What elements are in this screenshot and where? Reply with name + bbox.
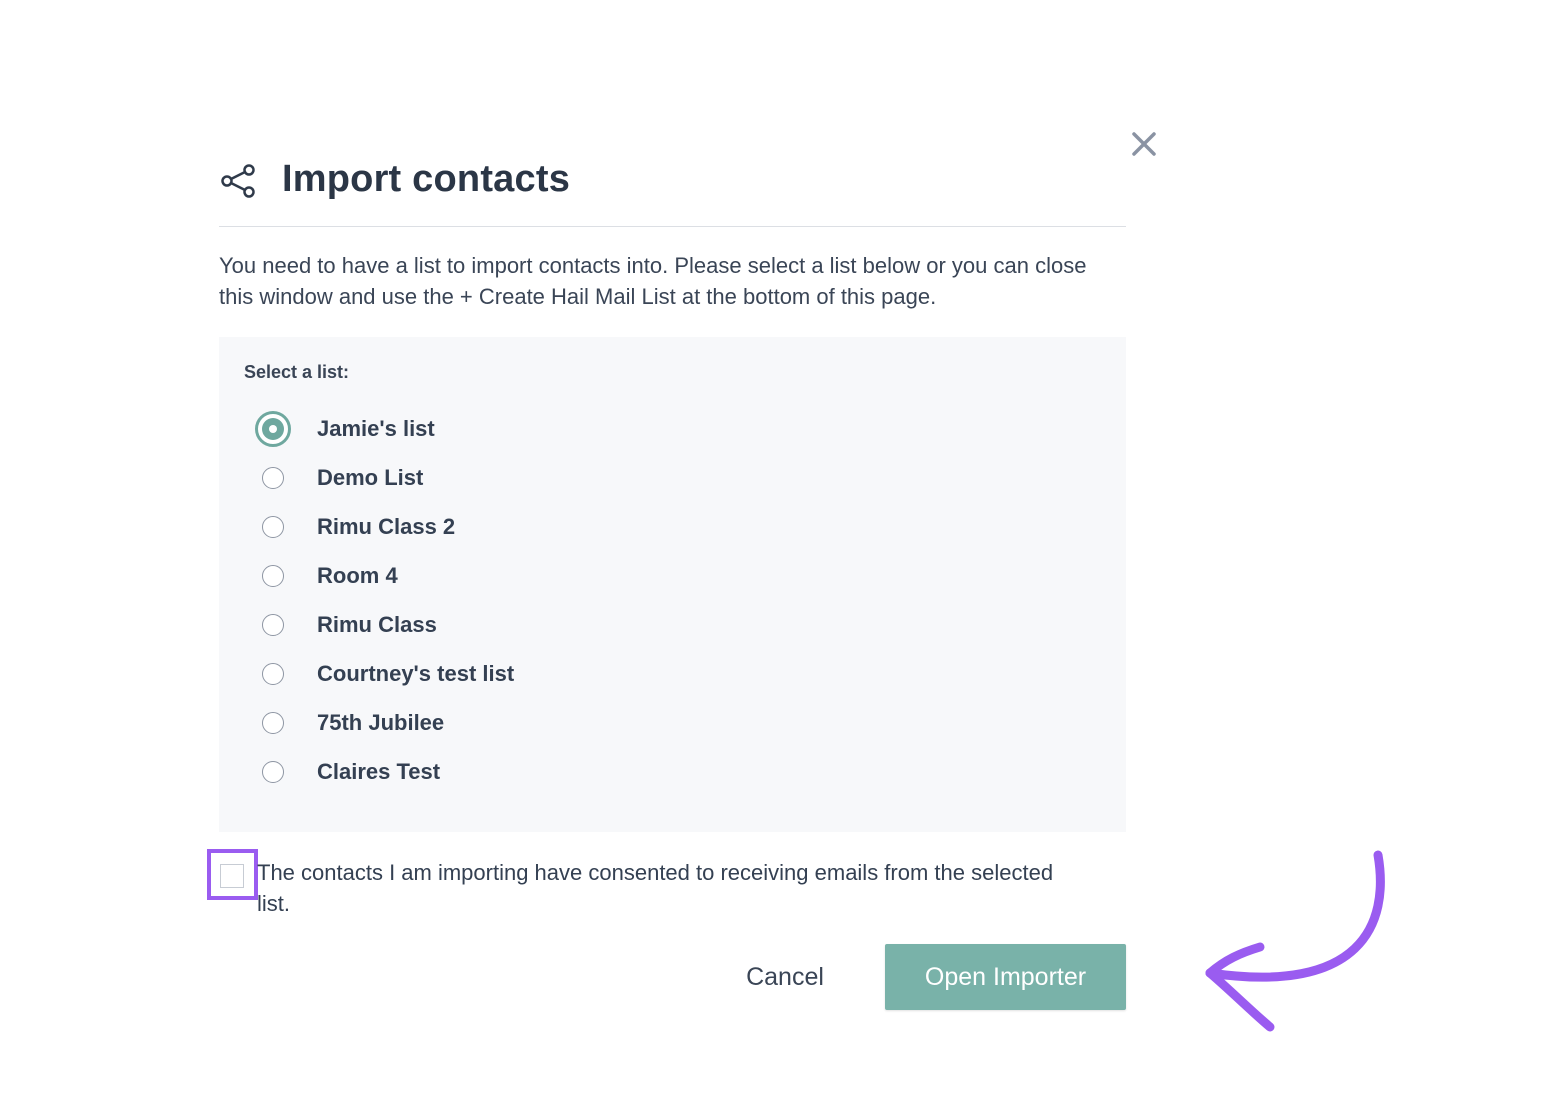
list-option-label: Room 4 <box>317 563 398 588</box>
list-option-label: 75th Jubilee <box>317 710 445 735</box>
consent-text: The contacts I am importing have consent… <box>257 860 1054 916</box>
list-option-demo-list[interactable]: Demo List <box>257 458 423 498</box>
list-option-courtneys-test-list[interactable]: Courtney's test list <box>257 654 514 694</box>
select-list-label: Select a list: <box>244 362 350 382</box>
close-icon[interactable] <box>1128 128 1160 160</box>
radio-button[interactable] <box>262 614 284 636</box>
curved-arrow-icon <box>1190 845 1410 1045</box>
radio-button[interactable] <box>262 663 284 685</box>
list-option-claires-test[interactable]: Claires Test <box>257 752 440 792</box>
radio-button[interactable] <box>262 761 284 783</box>
radio-button[interactable] <box>262 516 284 538</box>
list-option-label: Courtney's test list <box>317 661 515 686</box>
open-importer-button[interactable]: Open Importer <box>885 944 1126 1010</box>
cancel-button[interactable]: Cancel <box>722 944 848 1010</box>
consent-row: The contacts I am importing have consent… <box>207 849 1107 919</box>
list-option-label: Demo List <box>317 465 424 490</box>
list-option-rimu-class[interactable]: Rimu Class <box>257 605 437 645</box>
list-option-jamies-list[interactable]: Jamie's list <box>255 409 435 449</box>
share-icon <box>219 162 257 200</box>
dialog-header: Import contacts <box>219 150 1126 227</box>
radio-button[interactable] <box>262 565 284 587</box>
dialog-description: You need to have a list to import contac… <box>219 253 1087 309</box>
consent-checkbox[interactable] <box>220 864 244 888</box>
list-option-room-4[interactable]: Room 4 <box>257 556 398 596</box>
radio-button[interactable] <box>262 712 284 734</box>
list-option-label: Claires Test <box>317 759 441 784</box>
list-option-label: Rimu Class 2 <box>317 514 456 539</box>
list-option-rimu-class-2[interactable]: Rimu Class 2 <box>257 507 455 547</box>
list-option-label: Rimu Class <box>317 612 437 637</box>
import-contacts-screen: Import contacts You need to have a list … <box>0 0 1548 1112</box>
list-selection-panel: Select a list: Jamie's list Demo List Ri… <box>219 337 1126 832</box>
list-option-label: Jamie's list <box>317 416 435 441</box>
radio-button[interactable] <box>262 467 284 489</box>
dialog-title: Import contacts <box>282 158 571 200</box>
list-option-75th-jubilee[interactable]: 75th Jubilee <box>257 703 444 743</box>
radio-button-selected[interactable] <box>255 411 291 447</box>
